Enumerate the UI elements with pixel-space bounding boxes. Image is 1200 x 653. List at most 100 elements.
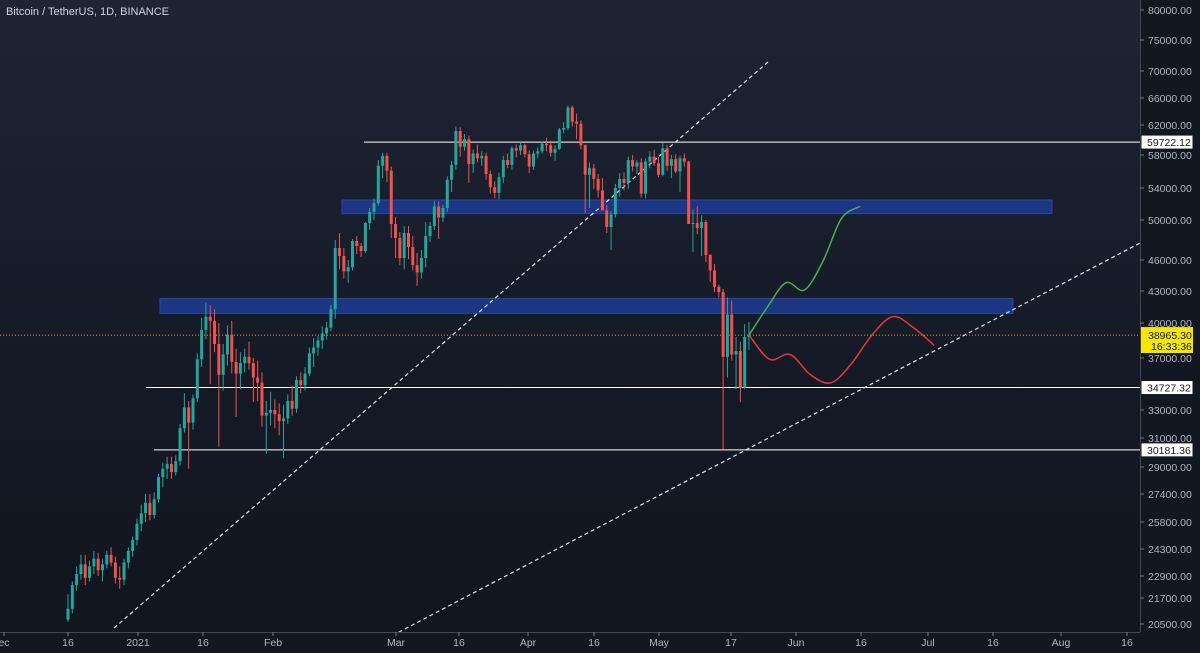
bearish-projection-path[interactable] <box>748 315 935 384</box>
candle-body <box>454 131 458 165</box>
candle-body <box>320 333 324 341</box>
price-label-text: 34727.32 <box>1147 383 1191 395</box>
time-tick-label: 16 <box>588 637 600 649</box>
candle-body <box>144 502 148 514</box>
price-tick-label: 21700.00 <box>1148 593 1192 605</box>
candle-body <box>445 179 449 208</box>
candle-body <box>540 143 544 152</box>
candle-body <box>105 554 109 565</box>
candle-body <box>264 412 268 416</box>
candle-body <box>415 265 419 273</box>
candle-body <box>338 248 342 256</box>
candle-body <box>622 178 626 184</box>
candle-body <box>303 373 307 386</box>
candle-body <box>256 377 260 383</box>
candle-body <box>187 407 191 423</box>
candle-body <box>376 165 380 204</box>
candle-body <box>329 309 333 328</box>
price-tick-label: 43000.00 <box>1148 286 1192 298</box>
time-tick-label: 16 <box>453 637 465 649</box>
candle-body <box>661 148 665 175</box>
candle-body <box>385 155 389 171</box>
candle-body <box>174 461 178 473</box>
candle-body <box>419 258 423 273</box>
candle-body <box>519 145 523 151</box>
price-tick-label: 22900.00 <box>1148 571 1192 583</box>
candle-body <box>592 168 596 179</box>
candle-body <box>269 410 273 413</box>
candle-body <box>691 223 695 224</box>
time-axis-panel[interactable] <box>0 632 1200 653</box>
candle-body <box>277 414 281 422</box>
candle-body <box>665 148 669 166</box>
chart-title: Bitcoin / TetherUS, 1D, BINANCE <box>6 6 170 18</box>
bar-countdown: 16:33:36 <box>1151 341 1192 353</box>
price-tick-label: 50000.00 <box>1148 215 1192 227</box>
time-tick-label: 16 <box>197 637 209 649</box>
candle-body <box>122 562 126 580</box>
candle-body <box>394 224 398 238</box>
candle-body <box>687 161 691 224</box>
candle-body <box>148 502 152 515</box>
candle-body <box>79 564 83 575</box>
candle-body <box>217 344 221 375</box>
candle-body <box>247 356 251 364</box>
candlestick-chart[interactable]: 80000.00 75000.00 70000.00 66000.00 62000.00… <box>0 0 1200 653</box>
candle-body <box>165 464 169 469</box>
candle-body <box>700 222 704 228</box>
candle-body <box>381 155 385 166</box>
candle-body <box>333 248 337 310</box>
candle-body <box>182 407 186 429</box>
price-tick-label: 66000.00 <box>1148 93 1192 105</box>
candle-body <box>368 212 372 223</box>
candle-body <box>626 159 630 184</box>
candle-body <box>411 247 415 266</box>
candle-body <box>480 155 484 159</box>
candle-body <box>695 223 699 228</box>
time-tick-label: Apr <box>520 637 537 649</box>
time-tick-label: Jun <box>788 637 805 649</box>
candle-body <box>652 156 656 164</box>
candle-body <box>294 380 298 409</box>
candle-body <box>721 292 725 357</box>
price-tick-label: 70000.00 <box>1148 66 1192 78</box>
candle-body <box>342 256 346 272</box>
candle-body <box>497 177 501 193</box>
candle-body <box>437 206 441 218</box>
candle-body <box>299 380 303 386</box>
candle-body <box>312 347 316 354</box>
candle-body <box>523 145 527 155</box>
candle-body <box>579 123 583 146</box>
candle-body <box>195 359 199 399</box>
candle-body <box>161 468 165 478</box>
candle-body <box>639 162 643 194</box>
candle-body <box>730 314 734 355</box>
candle-body <box>75 574 79 586</box>
candle-body <box>204 316 208 330</box>
candle-body <box>458 131 462 147</box>
candle-body <box>583 145 587 175</box>
candle-body <box>570 107 574 122</box>
candle-body <box>432 206 436 226</box>
bullish-projection-path[interactable] <box>748 205 861 336</box>
candle-body <box>738 351 742 388</box>
time-tick-label: 16 <box>62 637 74 649</box>
candle-body <box>514 148 518 151</box>
price-tick-label: 54000.00 <box>1148 183 1192 195</box>
horizontal-zone[interactable] <box>159 297 1014 314</box>
candle-body <box>355 241 359 246</box>
chart-root[interactable]: 80000.00 75000.00 70000.00 66000.00 62000.00… <box>0 0 1200 653</box>
time-tick-label: Feb <box>264 637 282 649</box>
candle-body <box>644 161 648 194</box>
candle-body <box>635 162 639 167</box>
candle-body <box>613 188 617 215</box>
candle-body <box>398 238 402 258</box>
time-tick-label: ec <box>0 637 10 649</box>
candle-body <box>290 400 294 409</box>
trend-line-steep[interactable] <box>113 61 769 629</box>
candle-body <box>648 156 652 162</box>
candle-body <box>363 223 367 251</box>
candle-body <box>316 340 320 348</box>
candle-body <box>118 577 122 580</box>
time-tick-label: 16 <box>987 637 999 649</box>
